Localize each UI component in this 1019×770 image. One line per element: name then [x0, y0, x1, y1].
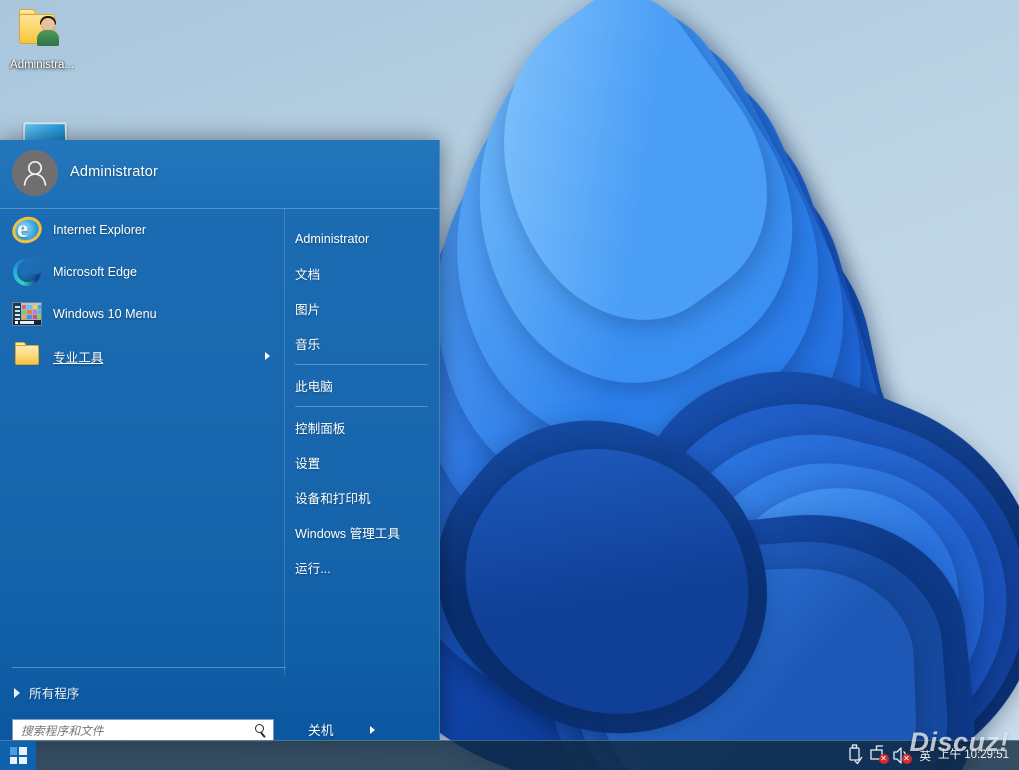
- start-button[interactable]: [0, 741, 36, 770]
- start-menu-username: Administrator: [70, 164, 159, 180]
- chevron-right-icon[interactable]: [369, 725, 375, 734]
- place-label: 此电脑: [295, 380, 333, 394]
- start-menu-place-settings[interactable]: 设置: [285, 445, 440, 480]
- menu-separator: [295, 406, 428, 407]
- start-menu-item-label: 专业工具: [53, 350, 104, 365]
- start-menu-item-professional-tools[interactable]: 专业工具: [0, 335, 284, 377]
- start-menu-item-microsoft-edge[interactable]: Microsoft Edge: [0, 251, 284, 293]
- place-label: 文档: [295, 268, 321, 282]
- place-label: 控制面板: [295, 422, 346, 436]
- start-menu-place-control-panel[interactable]: 控制面板: [285, 410, 440, 445]
- language-indicator[interactable]: 英: [913, 748, 939, 764]
- microsoft-edge-icon: [12, 256, 46, 287]
- start-menu-places-list: Administrator 文档 图片 音乐 此电脑 控制面板 设置 设备和打印…: [284, 209, 440, 675]
- start-menu-item-internet-explorer[interactable]: e Internet Explorer: [0, 209, 284, 251]
- start-menu-item-windows-10-menu[interactable]: Windows 10 Menu: [0, 293, 284, 335]
- error-badge: ✕: [878, 753, 889, 764]
- system-tray: ✕ ✕ 英 上午 10:29:51: [844, 741, 1019, 770]
- place-label: 图片: [295, 303, 321, 317]
- taskbar: ✕ ✕ 英 上午 10:29:51: [0, 740, 1019, 770]
- start-menu-place-documents[interactable]: 文档: [285, 256, 440, 291]
- place-label: Administrator: [295, 231, 370, 246]
- shutdown-label: 关机: [308, 723, 334, 738]
- user-folder-icon: [15, 6, 69, 56]
- place-label: 设置: [295, 457, 321, 471]
- start-menu-item-label: Windows 10 Menu: [53, 307, 157, 321]
- windows-logo-icon: [9, 747, 27, 764]
- place-label: 设备和打印机: [295, 492, 371, 506]
- chevron-right-icon: [265, 352, 270, 360]
- shutdown-button[interactable]: 关机: [308, 720, 375, 739]
- all-programs-button[interactable]: 所有程序: [14, 683, 79, 702]
- taskbar-clock[interactable]: 上午 10:29:51: [938, 749, 1015, 762]
- place-label: 运行...: [295, 562, 331, 576]
- start-menu-place-run[interactable]: 运行...: [285, 550, 440, 585]
- volume-muted-icon[interactable]: ✕: [890, 741, 913, 770]
- start-menu: Administrator e Internet Explorer Micros…: [0, 140, 440, 743]
- usb-eject-icon[interactable]: [844, 741, 867, 770]
- place-label: Windows 管理工具: [295, 527, 400, 541]
- start-menu-item-label: Microsoft Edge: [53, 265, 137, 279]
- folder-icon: [12, 341, 42, 371]
- start-menu-place-windows-admin-tools[interactable]: Windows 管理工具: [285, 515, 440, 550]
- start-menu-place-this-pc[interactable]: 此电脑: [285, 368, 440, 403]
- start-menu-place-administrator[interactable]: Administrator: [285, 221, 440, 256]
- start-menu-place-music[interactable]: 音乐: [285, 326, 440, 361]
- start-menu-programs-list: e Internet Explorer Microsoft Edge Windo…: [0, 209, 284, 675]
- desktop-icon-label: Administra...: [10, 59, 74, 71]
- all-programs-label: 所有程序: [29, 687, 80, 701]
- error-badge: ✕: [901, 753, 912, 764]
- start-menu-place-pictures[interactable]: 图片: [285, 291, 440, 326]
- start-menu-body: e Internet Explorer Microsoft Edge Windo…: [0, 209, 439, 675]
- start-menu-place-devices-and-printers[interactable]: 设备和打印机: [285, 480, 440, 515]
- search-icon[interactable]: [251, 720, 273, 742]
- footer-separator: [12, 667, 286, 668]
- search-input[interactable]: [13, 724, 251, 738]
- user-avatar-icon[interactable]: [12, 150, 58, 196]
- start-menu-item-label: Internet Explorer: [53, 223, 147, 237]
- windows-10-menu-icon: [12, 299, 42, 329]
- internet-explorer-icon: e: [8, 212, 46, 248]
- start-menu-footer: 所有程序 关机: [0, 667, 440, 743]
- wallpaper-bloom-graphic: [306, 0, 1019, 770]
- start-menu-header: Administrator: [0, 140, 439, 209]
- menu-separator: [295, 364, 428, 365]
- desktop-icon-administrator[interactable]: Administra...: [0, 6, 86, 72]
- network-disconnected-icon[interactable]: ✕: [867, 741, 890, 770]
- chevron-right-icon: [14, 687, 20, 698]
- place-label: 音乐: [295, 338, 321, 352]
